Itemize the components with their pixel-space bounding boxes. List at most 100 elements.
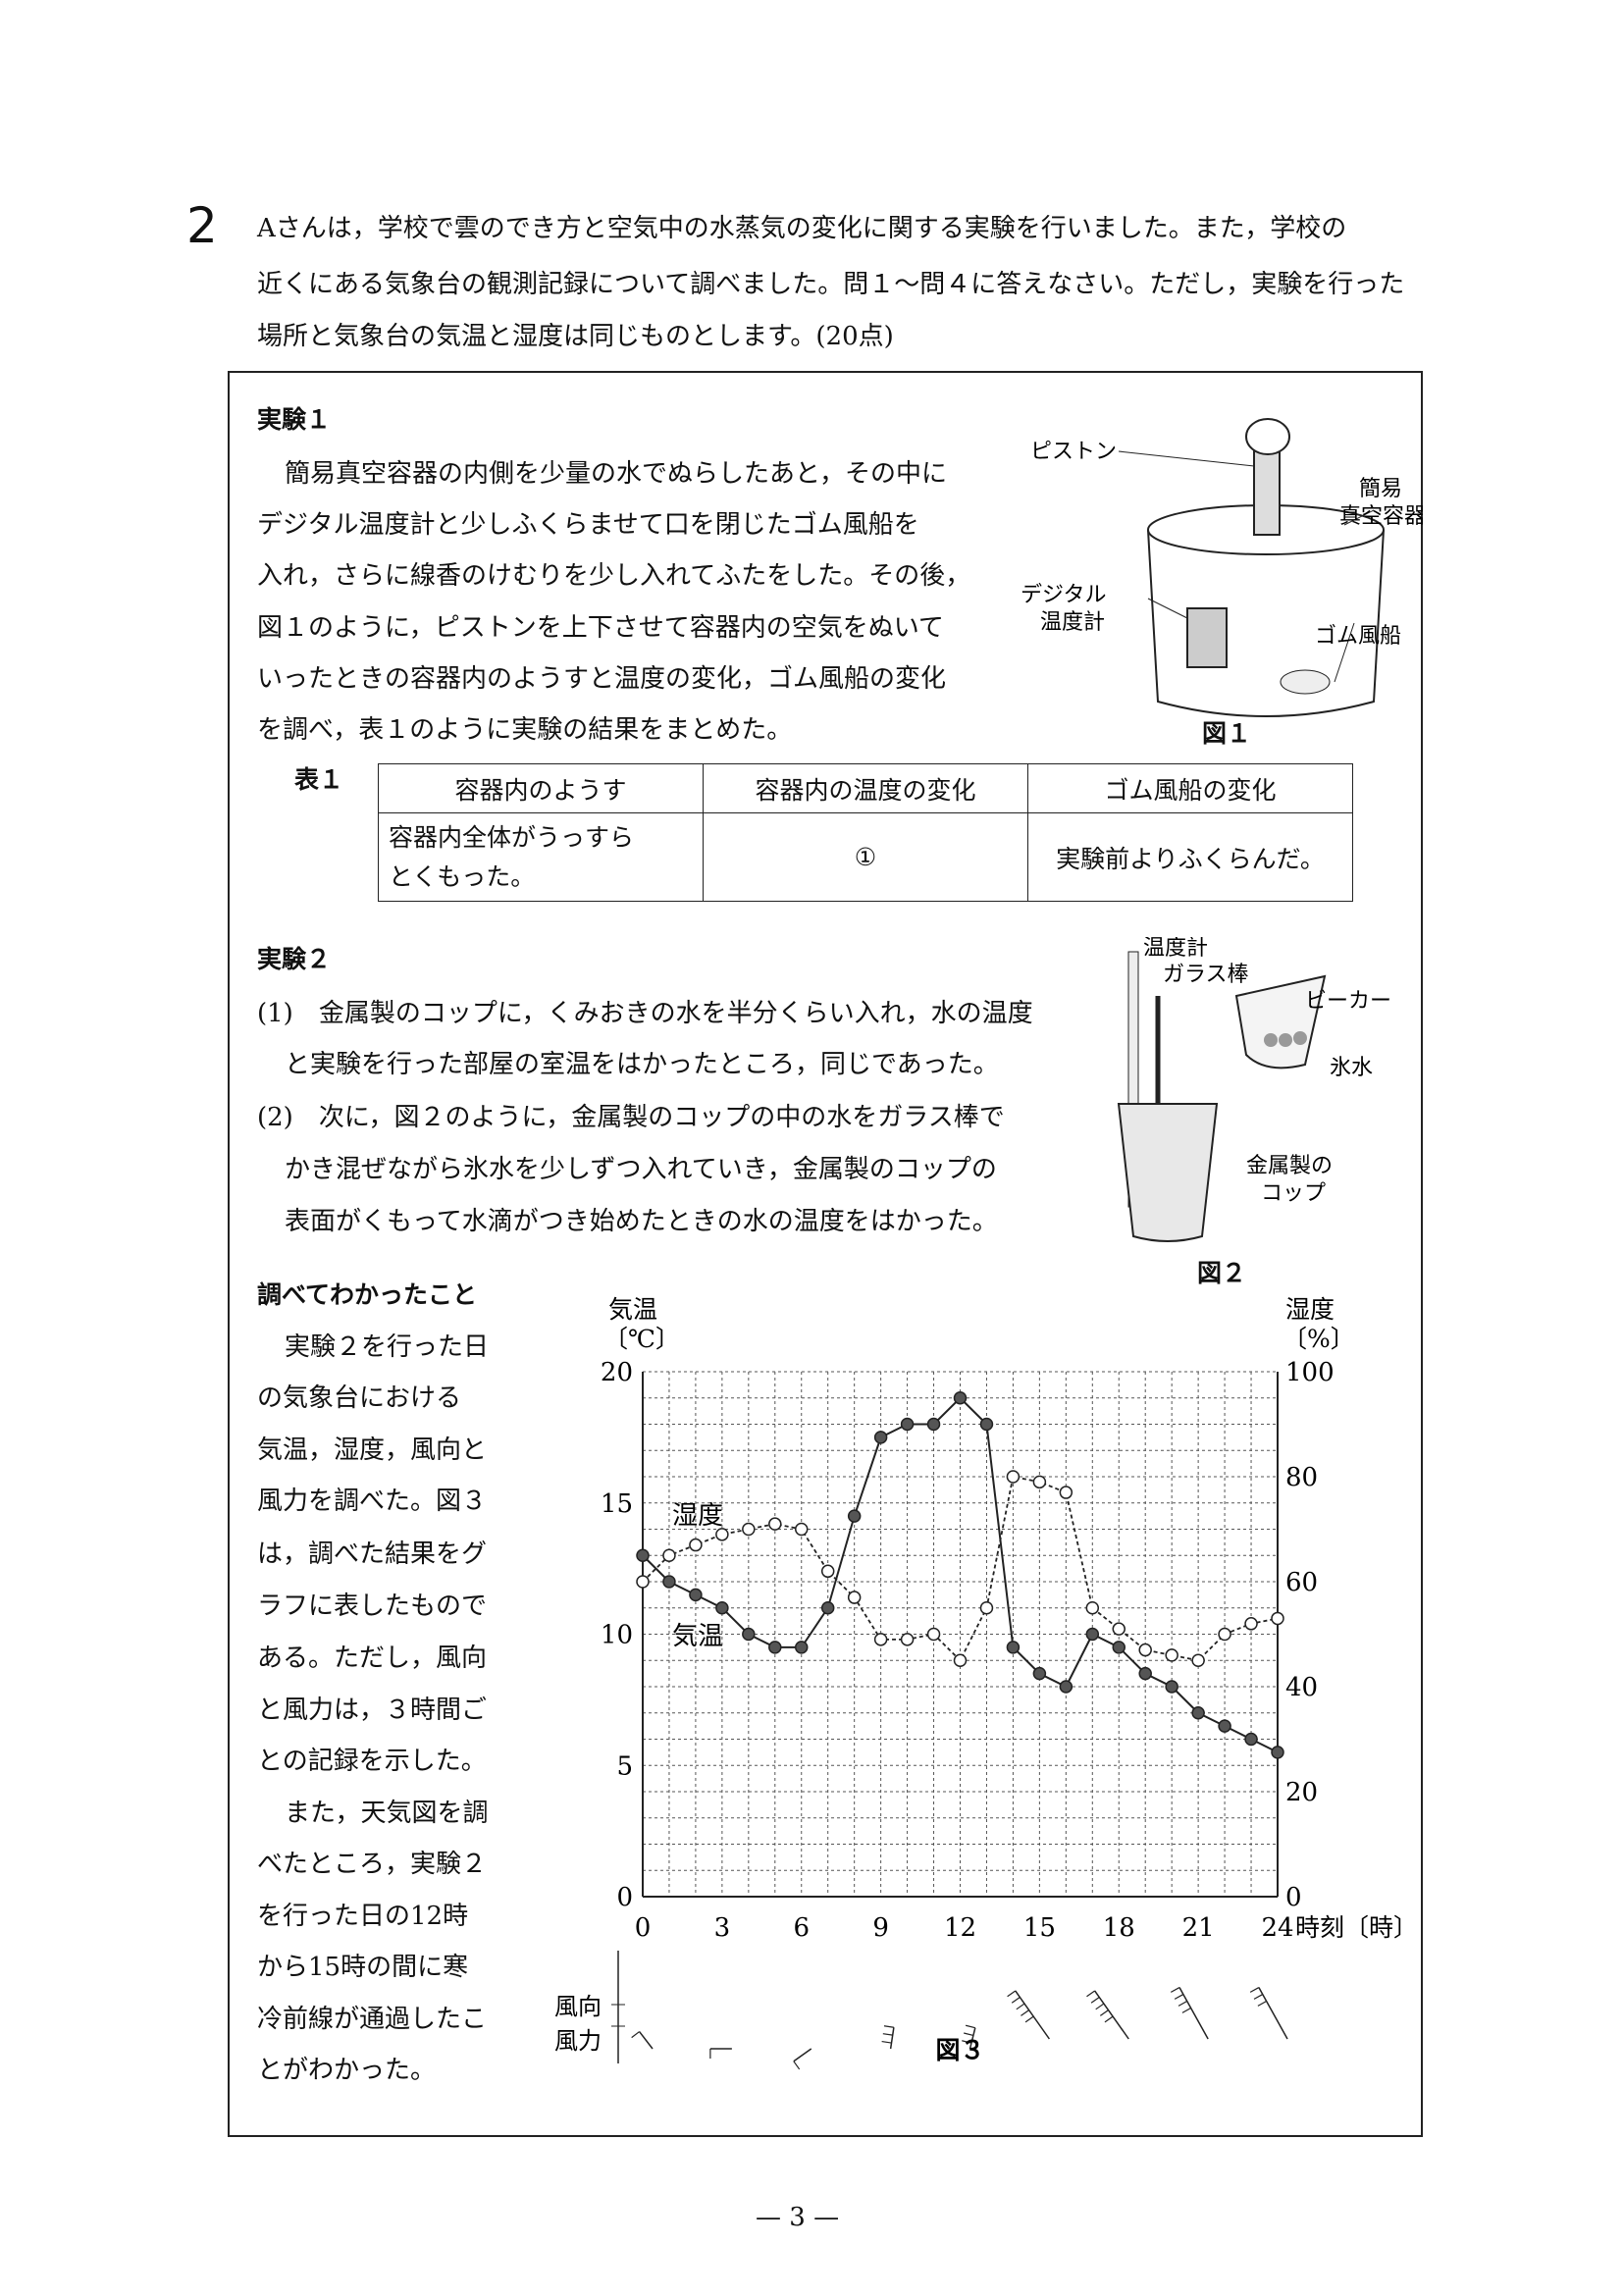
wind-force-feather [1249,1987,1260,1993]
temperature-point [636,1548,650,1562]
humidity-point [847,1591,862,1604]
table1-header: ゴム風船の変化 [1027,763,1353,813]
wind-force-feather [793,2061,801,2070]
wind-force-feather [881,2040,892,2044]
label-metal-cup-2: コップ [1261,1181,1326,1206]
exp2-line: と実験を行った部屋の室温をはかったところ，同じであった。 [285,1050,999,1079]
findings-line: 冷前線が通過したこ [257,2005,488,2034]
wind-barb-icon [638,2031,654,2050]
findings-line: 実験２を行った日 [285,1332,490,1362]
table1-cell: 実験前よりふくらんだ。 [1027,812,1353,902]
y-tick-right: 60 [1285,1568,1318,1597]
label-thermometer-2: 温度計 [1040,610,1105,635]
wind-barb-icon [1178,1987,1209,2040]
humidity-point [1271,1611,1284,1626]
label-vacuum-2: 真空容器 [1339,504,1423,529]
humidity-point [873,1633,888,1646]
findings-line: ラフに表したもので [257,1592,488,1621]
wind-barb-icon [1258,1987,1288,2040]
humidity-point [926,1627,941,1642]
label-beaker: ビーカー [1305,989,1391,1014]
findings-line: との記録を示した。 [257,1747,487,1776]
temperature-point [1191,1706,1205,1720]
findings-line: ある。ただし，風向 [257,1644,488,1673]
wind-force-feather [1086,1990,1095,1998]
x-tick: 3 [714,1913,731,1943]
temperature-point [715,1601,729,1615]
y-tick-right: 20 [1285,1778,1318,1807]
table1-label: 表１ [294,765,344,794]
humidity-point [1218,1627,1231,1642]
humidity-point [768,1517,782,1531]
humidity-point [1112,1622,1126,1636]
wind-force-feather [882,2033,893,2036]
intro-line: Aさんは，学校で雲のでき方と空気中の水蒸気の変化に関する実験を行いました。また，… [257,214,1347,243]
y-tick-left: 5 [616,1751,633,1781]
page-number: — 3 — [756,2203,840,2232]
table1-cell: 容器内全体がうっすら とくもった。 [378,812,704,902]
temperature-point [926,1417,941,1432]
wind-force-feather [883,2025,894,2028]
humidity-point [1059,1486,1073,1499]
table1: 容器内のようす 容器内の温度の変化 ゴム風船の変化 容器内全体がうっすら とくもっ… [378,763,1353,902]
label-glass-rod: ガラス棒 [1163,963,1249,987]
wind-force-feather [631,2031,640,2039]
figure1-vacuum-container: ピストン 簡易 真空容器 デジタル 温度計 ゴム風船 [1021,418,1423,717]
exp1-line: 図１のように，ピストンを上下させて容器内の空気をぬいて [257,613,944,643]
temperature-point [979,1417,994,1432]
wind-force-feather [1257,2001,1267,2007]
temperature-point [1271,1746,1284,1759]
exp1-line: を調べ，表１のように実験の結果をまとめた。 [257,715,793,745]
label-ice-water: 氷水 [1330,1056,1373,1080]
wind-force-feather [1090,1997,1100,2004]
y-tick-right: 80 [1285,1463,1318,1492]
findings-line: 風力を調べた。図３ [257,1487,488,1516]
wind-force-feather [1104,2015,1114,2023]
wind-force-feather [1007,1990,1017,1998]
label-vacuum-1: 簡易 [1359,477,1402,501]
wind-direction-label: 風向 [554,1993,602,2020]
wind-force-feather [1011,1997,1021,2004]
table1-header: 容器内のようす [378,763,704,813]
temperature-point [953,1391,968,1405]
temperature-point [1218,1719,1231,1733]
figure1-caption: 図１ [1202,719,1252,748]
exp2-line: 表面がくもって水滴がつき始めたときの水の温度をはかった。 [285,1207,998,1236]
label-piston: ピストン [1030,440,1117,464]
wind-barb-icon [889,2027,895,2050]
humidity-point [953,1653,968,1667]
wind-force-feather [1181,2008,1191,2013]
findings-line: と風力は，３時間ご [257,1696,488,1725]
table1-header: 容器内の温度の変化 [703,763,1028,813]
temperature-point [1112,1641,1126,1654]
temperature-point [1244,1732,1258,1747]
temperature-label: 気温 [672,1622,723,1651]
label-thermometer: 温度計 [1143,937,1208,961]
figure3-caption: 図３ [935,2036,984,2064]
y-label-left: 気温 [608,1295,657,1324]
table1-cell-blank: ① [703,812,1028,902]
x-tick: 24 [1261,1913,1293,1943]
humidity-point [662,1548,676,1562]
y-tick-left: 10 [601,1621,633,1650]
findings-line: べたところ，実験２ [257,1850,488,1879]
temperature-point [662,1575,676,1589]
wind-force-feather [1016,2003,1025,2010]
y-tick-left: 20 [601,1358,633,1387]
figure3-chart: 0 5 10 15 20 0 20 40 60 80 100 0 3 6 9 12 15 18 21 24 時刻〔時〕 気… [554,1295,1418,2070]
findings-line: とがわかった。 [257,2056,437,2085]
wind-force-feather [1178,2001,1188,2007]
temperature-point [1006,1641,1021,1654]
wind-barb-icon [1094,1990,1129,2040]
humidity-point [1006,1470,1021,1484]
temperature-point [1032,1666,1047,1681]
findings-line: から15時の間に寒 [257,1953,469,1982]
humidity-label: 湿度 [672,1501,723,1531]
x-tick: 9 [872,1913,889,1943]
intro-line: 場所と気象台の気温と湿度は同じものとします。(20点) [257,322,894,351]
y-label-left-unit: 〔℃〕 [603,1325,680,1353]
temperature-point [847,1509,862,1523]
wind-barb-icon [793,2048,812,2062]
question-number: 2 [186,197,218,254]
humidity-point [1244,1617,1258,1631]
